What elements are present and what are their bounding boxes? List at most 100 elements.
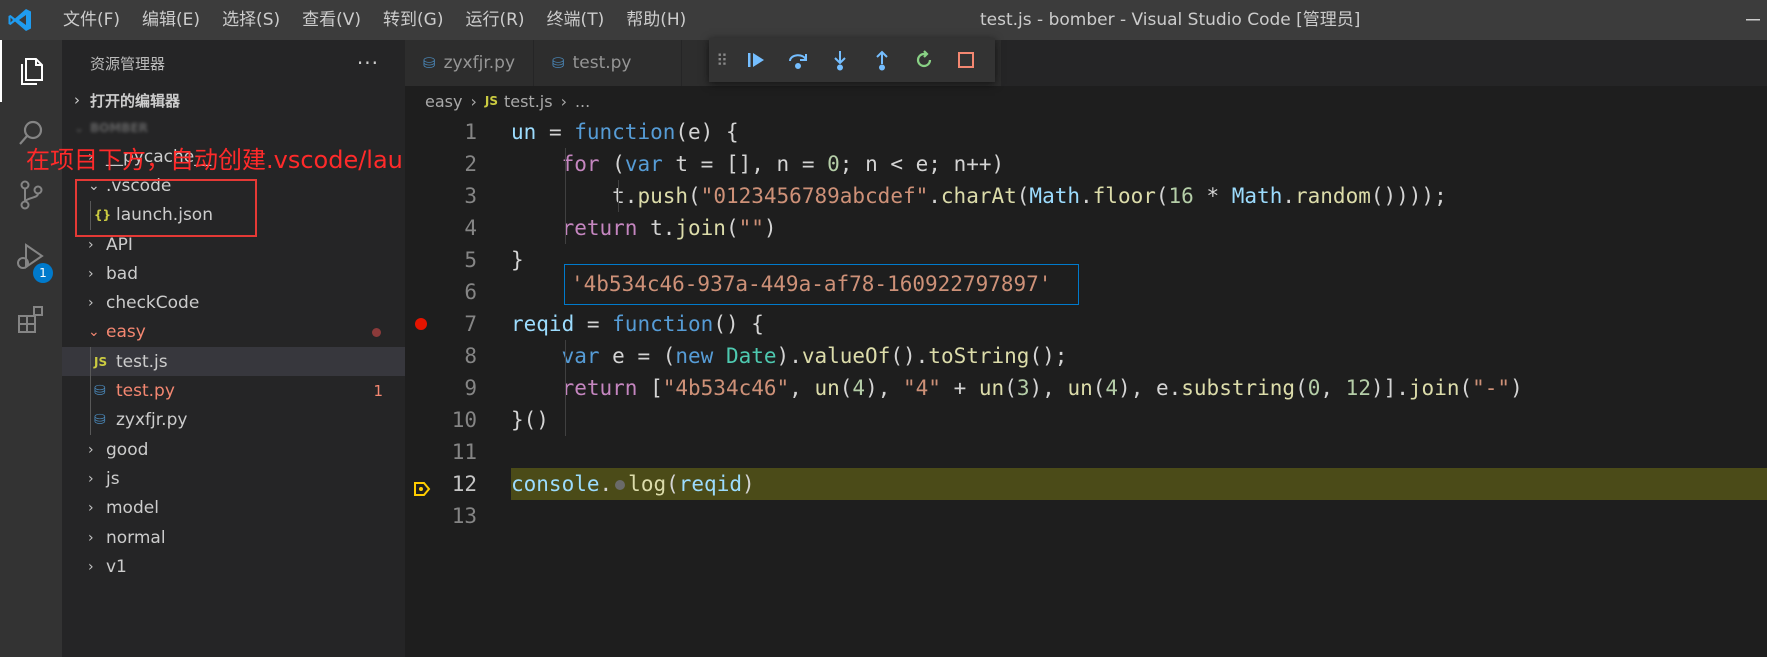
code-editor[interactable]: 1 un = function(e) {2 for (var t = [], n …: [405, 116, 1767, 657]
breadcrumb-folder[interactable]: easy: [425, 92, 462, 111]
tree-folder[interactable]: › model: [62, 494, 405, 523]
code-line[interactable]: 3 t.push("0123456789abcdef".charAt(Math.…: [405, 180, 1767, 212]
code-line[interactable]: 11: [405, 436, 1767, 468]
code-text: console. log(reqid): [511, 468, 755, 500]
menu-item[interactable]: 查看(V): [291, 0, 372, 40]
tree-folder[interactable]: › checkCode: [62, 288, 405, 317]
code-line[interactable]: 7 reqid = function() {: [405, 308, 1767, 340]
chevron-right-icon: ›: [470, 91, 477, 111]
code-token: ): [1510, 376, 1523, 400]
tab-test-py[interactable]: ⛁ test.py: [534, 40, 683, 86]
step-into-icon[interactable]: [819, 38, 861, 82]
restart-icon[interactable]: [903, 38, 945, 82]
tree-folder[interactable]: › js: [62, 464, 405, 493]
code-token: return: [561, 216, 638, 240]
tab-test-js[interactable]: [1002, 40, 1004, 86]
step-out-icon[interactable]: [861, 38, 903, 82]
inline-breakpoint-icon[interactable]: [615, 480, 626, 490]
problem-dot-icon: [372, 327, 381, 337]
indent-guide: [618, 180, 619, 212]
code-line[interactable]: 4 return t.join(""): [405, 212, 1767, 244]
open-editors-section[interactable]: › 打开的编辑器: [62, 86, 405, 114]
line-number: 8: [464, 344, 477, 368]
more-actions-icon[interactable]: ···: [357, 51, 379, 75]
code-token: .: [599, 472, 613, 496]
tree-folder[interactable]: ⌄ easy: [62, 318, 405, 347]
code-line[interactable]: 13: [405, 500, 1767, 532]
extensions-icon[interactable]: [0, 288, 62, 350]
stop-icon[interactable]: [945, 38, 987, 82]
breadcrumb-symbol[interactable]: ...: [575, 92, 590, 111]
chevron-right-icon: ›: [88, 236, 94, 253]
window-title: test.js - bomber - Visual Studio Code [管…: [980, 10, 1361, 30]
project-label: BOMBER: [90, 121, 148, 135]
tree-folder[interactable]: › v1: [62, 552, 405, 581]
project-section[interactable]: ⌄ BOMBER: [62, 114, 405, 142]
menu-item[interactable]: 编辑(E): [131, 0, 211, 40]
code-token: ())));: [1370, 184, 1447, 208]
tree-folder[interactable]: › good: [62, 435, 405, 464]
grip-icon[interactable]: ⠿: [709, 51, 735, 70]
code-token: "4b534c46": [662, 376, 790, 400]
code-token: (: [839, 376, 853, 400]
code-token: reqid: [511, 312, 575, 336]
code-token: join: [1408, 376, 1460, 400]
menu-item[interactable]: 转到(G): [372, 0, 454, 40]
tree-folder[interactable]: › normal: [62, 523, 405, 552]
code-token: +: [940, 376, 979, 400]
code-token: join: [675, 216, 726, 240]
tree-item-label: normal: [106, 527, 166, 548]
code-token: )].: [1370, 376, 1409, 400]
code-token: (: [688, 184, 701, 208]
code-token: e = (: [599, 344, 676, 368]
menu-item[interactable]: 帮助(H): [615, 0, 697, 40]
code-token: push: [637, 184, 689, 208]
code-line[interactable]: 8 var e = (new Date).valueOf().toString(…: [405, 340, 1767, 372]
minimize-icon[interactable]: [1738, 0, 1767, 40]
code-token: ,: [1320, 376, 1346, 400]
tree-file[interactable]: ⛁ test.py 1: [62, 376, 405, 406]
menu-item[interactable]: 运行(R): [454, 0, 535, 40]
code-token: 4: [1105, 376, 1119, 400]
code-line[interactable]: 10}(): [405, 404, 1767, 436]
explorer-header: 资源管理器 ···: [62, 40, 405, 86]
run-debug-icon[interactable]: 1: [0, 226, 62, 288]
menu-item[interactable]: 选择(S): [211, 0, 291, 40]
menu-item[interactable]: 文件(F): [52, 0, 131, 40]
explorer-icon[interactable]: [0, 40, 62, 102]
code-line[interactable]: 9 return ["4b534c46", un(4), "4" + un(3)…: [405, 372, 1767, 404]
code-line[interactable]: 1 un = function(e) {: [405, 116, 1767, 148]
tree-file[interactable]: JS test.js: [62, 347, 405, 377]
line-number: 10: [451, 408, 477, 432]
code-token: un: [511, 120, 537, 144]
code-token: (: [725, 216, 739, 240]
explorer-sidebar: 资源管理器 ··· › 打开的编辑器 ⌄ BOMBER › __pycache__…: [62, 40, 405, 657]
code-token: t = [], n =: [662, 152, 828, 176]
code-token: valueOf: [801, 344, 891, 368]
code-token: return: [561, 376, 638, 400]
code-text: reqid = function() {: [511, 308, 764, 340]
line-number: 1: [464, 120, 477, 144]
menu-item[interactable]: 终端(T): [536, 0, 616, 40]
chevron-right-icon: ›: [88, 441, 94, 458]
code-token: for: [561, 152, 600, 176]
line-number: 9: [464, 376, 477, 400]
code-line[interactable]: 2 for (var t = [], n = 0; n < e; n++): [405, 148, 1767, 180]
tab-zyxfjr[interactable]: ⛁ zyxfjr.py: [405, 40, 535, 86]
continue-icon[interactable]: [735, 38, 777, 82]
code-token: un: [814, 376, 840, 400]
breadcrumb-file[interactable]: test.js: [504, 92, 553, 111]
code-line[interactable]: 12 console. log(reqid): [405, 468, 1767, 500]
code-token: ).: [776, 344, 802, 368]
tree-folder[interactable]: › bad: [62, 259, 405, 288]
chevron-right-icon: ›: [88, 558, 94, 575]
open-editors-label: 打开的编辑器: [90, 91, 181, 110]
code-token: ),: [1029, 376, 1068, 400]
tree-item-label: easy: [106, 322, 146, 343]
indent-guide: [90, 405, 91, 435]
indent-guide: [90, 376, 91, 406]
tree-file[interactable]: ⛁ zyxfjr.py: [62, 405, 405, 435]
code-token: Math: [1029, 184, 1080, 208]
code-token: floor: [1092, 184, 1156, 208]
step-over-icon[interactable]: [777, 38, 819, 82]
